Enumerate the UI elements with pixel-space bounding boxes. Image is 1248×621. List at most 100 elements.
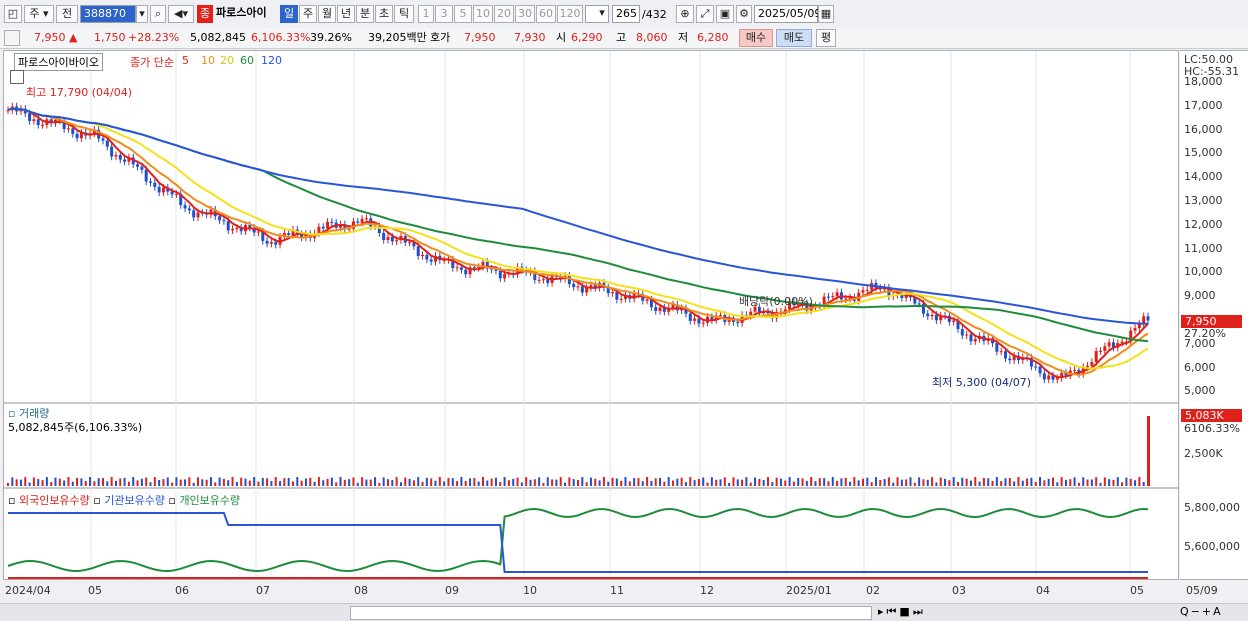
interval-5[interactable]: 5 (454, 5, 472, 23)
date-input[interactable]: 2025/05/09 (754, 5, 821, 23)
x-label: 09 (445, 584, 459, 597)
volume-bar (870, 482, 873, 486)
volume-bar (1095, 477, 1098, 486)
period-second[interactable]: 초 (375, 5, 393, 23)
period-month[interactable]: 월 (318, 5, 336, 23)
zoom-in-icon[interactable]: ⊕ (676, 5, 694, 23)
ma-line (7, 107, 1149, 343)
candle-body (1094, 351, 1098, 363)
volume-bar (676, 478, 679, 486)
chart-area[interactable]: 파로스아이바이오 종가 단순 5 10 20 60 120 최고 17,790 … (3, 50, 1179, 580)
volume-bar (292, 481, 294, 486)
interval-1[interactable]: 1 (418, 5, 434, 23)
volume-bar (361, 477, 364, 486)
candle-body (287, 233, 291, 235)
volume-bar (240, 477, 243, 486)
volume-bar (287, 478, 290, 486)
candle-body (952, 320, 956, 322)
prev-button[interactable]: 전 (56, 5, 78, 23)
scrollbar[interactable]: ▸⏮■⏭ Q−+A (0, 603, 1248, 621)
volume-bar (961, 477, 964, 486)
volume-bar (32, 477, 35, 486)
count-input[interactable]: 265 (612, 5, 640, 23)
sell-button[interactable]: 매도 (776, 29, 812, 47)
candle-body (459, 267, 463, 270)
code-dropdown-icon[interactable]: ▾ (136, 5, 148, 23)
volume-bar (754, 477, 757, 486)
speaker-icon[interactable]: ◀▾ (168, 5, 194, 23)
volume-bar (516, 477, 519, 486)
candle-body (183, 205, 187, 209)
volume-bar (680, 477, 683, 486)
volume-bar (797, 477, 800, 486)
volume-bar (602, 477, 605, 486)
volume-bar (434, 480, 437, 486)
table-icon[interactable] (10, 70, 24, 84)
zoom-controls-icon[interactable]: Q−+A (1180, 605, 1223, 618)
calendar-icon[interactable]: ▦ (818, 5, 834, 23)
save-icon[interactable]: ▣ (716, 5, 734, 23)
x-label: 10 (523, 584, 537, 597)
eval-button[interactable]: 평 (816, 29, 836, 47)
volume-bar (611, 477, 614, 486)
volume-bar (646, 477, 649, 486)
volume-bar (425, 477, 428, 486)
search-icon[interactable]: ⌕ (150, 5, 166, 23)
volume-bar (1021, 480, 1024, 486)
volume-bar (63, 480, 66, 486)
volume-bar (417, 477, 420, 486)
x-label: 04 (1036, 584, 1050, 597)
volume-bar (330, 477, 333, 486)
interval-20[interactable]: 20 (494, 5, 514, 23)
volume-bar (494, 477, 497, 486)
volume-bar (110, 477, 113, 486)
x-label: 05 (88, 584, 102, 597)
interval-30[interactable]: 30 (515, 5, 535, 23)
candle-body (541, 279, 545, 281)
volume-bar (369, 479, 372, 486)
candle-body (36, 119, 40, 125)
volume-bar (421, 481, 424, 486)
volume-bar (1099, 482, 1102, 486)
volume-bar (944, 478, 947, 486)
buy-button[interactable]: 매수 (739, 29, 773, 47)
period-day[interactable]: 일 (280, 5, 298, 23)
price-tick: 17,000 (1184, 98, 1223, 112)
volume-bar (352, 477, 355, 486)
period-week[interactable]: 주 (299, 5, 317, 23)
candle-body (567, 275, 571, 284)
price-tick: 12,000 (1184, 217, 1223, 231)
interval-3[interactable]: 3 (435, 5, 453, 23)
candle-body (1073, 369, 1077, 371)
interval-120[interactable]: 120 (557, 5, 583, 23)
code-input[interactable]: 388870 (80, 5, 136, 23)
scroll-nav-icons[interactable]: ▸⏮■⏭ (878, 605, 926, 619)
gear-icon[interactable]: ⚙ (736, 5, 752, 23)
open-price: 6,290 (571, 31, 603, 44)
candle-body (218, 216, 222, 221)
x-label: 07 (256, 584, 270, 597)
volume-bar (58, 478, 61, 486)
candle-body (861, 290, 865, 293)
price-tick: 14,000 (1184, 170, 1223, 184)
volume-bar (136, 480, 139, 486)
volume-bar (939, 477, 942, 486)
volume-bar (1052, 477, 1054, 486)
interval-10[interactable]: 10 (473, 5, 493, 23)
volume-bar (214, 482, 217, 486)
period-year[interactable]: 년 (337, 5, 355, 23)
volume-bar (926, 479, 929, 486)
quote-menu-icon[interactable] (4, 30, 20, 46)
period-tick[interactable]: 틱 (394, 5, 414, 23)
window-icon[interactable]: ◰ (4, 5, 22, 23)
period-minute[interactable]: 분 (356, 5, 374, 23)
crosshair-icon[interactable]: ⤢ (696, 5, 714, 23)
candle-body (1008, 358, 1012, 361)
custom-interval-dropdown-icon[interactable]: ▾ (595, 5, 609, 23)
market-select[interactable]: 주 ▾ (24, 5, 54, 23)
candle-body (835, 292, 839, 297)
interval-60[interactable]: 60 (536, 5, 556, 23)
candle-body (645, 299, 649, 301)
scroll-thumb[interactable] (350, 606, 872, 620)
candle-body (364, 218, 368, 220)
